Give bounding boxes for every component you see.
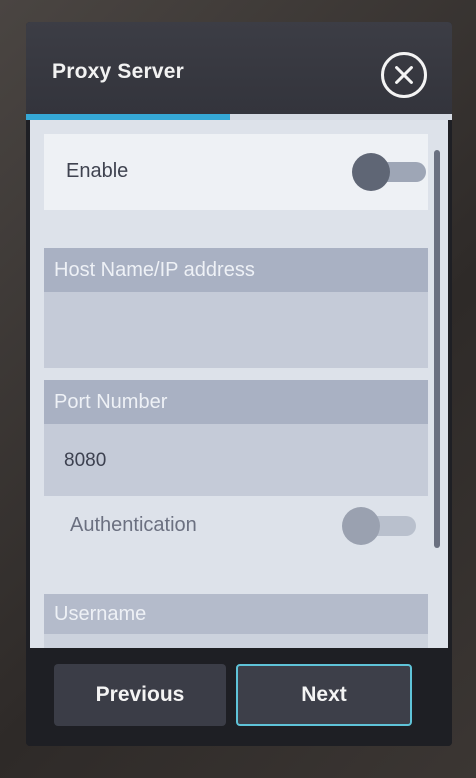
previous-button[interactable]: Previous (54, 664, 226, 726)
scrollbar[interactable] (434, 150, 440, 548)
close-icon[interactable] (381, 52, 427, 98)
settings-panel[interactable]: Enable Host Name/IP address Port Number … (30, 120, 448, 648)
port-label: Port Number (44, 380, 428, 424)
host-label: Host Name/IP address (44, 248, 428, 292)
authentication-row: Authentication (44, 484, 428, 560)
next-button[interactable]: Next (236, 664, 412, 726)
authentication-toggle[interactable] (342, 507, 416, 545)
host-field: Host Name/IP address (44, 248, 428, 368)
host-input[interactable] (44, 292, 428, 368)
proxy-server-dialog: Proxy Server Enable Host Name/IP address… (26, 22, 452, 746)
enable-row: Enable (44, 134, 428, 210)
toggle-knob (352, 153, 390, 191)
username-label: Username (44, 594, 428, 634)
page-title: Proxy Server (52, 60, 184, 83)
dialog-footer: Previous Next (26, 648, 452, 746)
port-field: Port Number 8080 (44, 380, 428, 496)
username-field: Username (44, 594, 428, 648)
enable-toggle[interactable] (352, 153, 426, 191)
dialog-header: Proxy Server (26, 22, 452, 114)
toggle-knob (342, 507, 380, 545)
authentication-label: Authentication (70, 514, 197, 536)
enable-label: Enable (66, 160, 129, 182)
username-input[interactable] (44, 634, 428, 648)
